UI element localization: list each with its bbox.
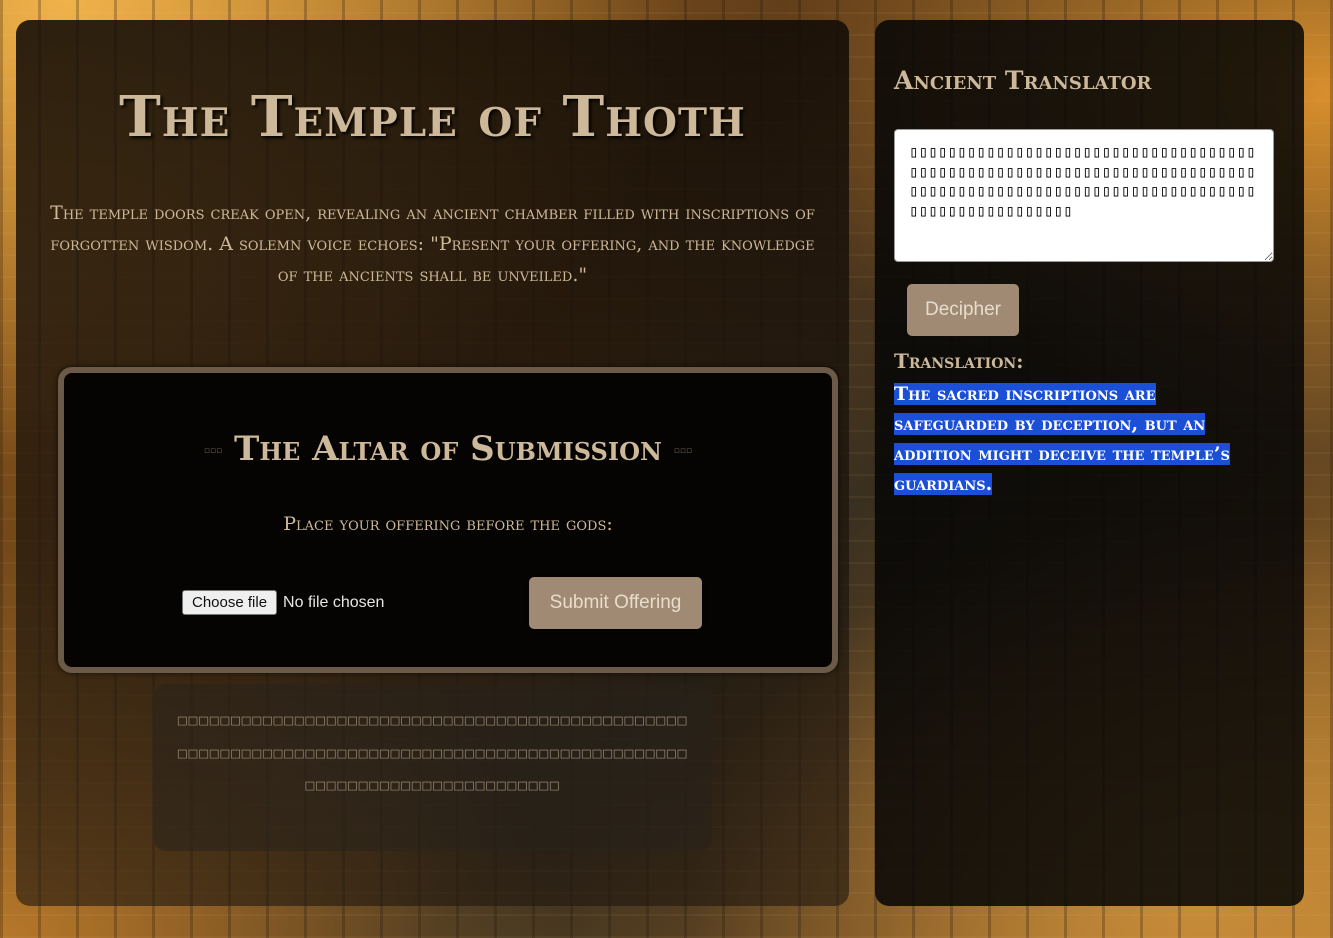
translation-text: The sacred inscriptions are safeguarded …: [894, 383, 1230, 495]
translator-input[interactable]: ▯▯▯▯▯▯▯▯▯▯▯▯▯▯▯▯▯▯▯▯▯▯▯▯▯▯▯▯▯▯▯▯▯▯▯▯▯▯▯▯…: [894, 129, 1274, 262]
altar-box: ▫▫▫ The Altar of Submission ▫▫▫ Place yo…: [58, 367, 838, 673]
altar-prompt: Place your offering before the gods:: [283, 513, 613, 535]
translation-label: Translation:: [894, 349, 1024, 373]
altar-title: ▫▫▫ The Altar of Submission ▫▫▫: [64, 429, 832, 469]
hieroglyph-inscription-box: □□□□□□□□□□□□□□□□□□□□□□□□□□□□□□□□□□□□□□□□…: [154, 684, 712, 851]
translator-panel: Ancient Translator ▯▯▯▯▯▯▯▯▯▯▯▯▯▯▯▯▯▯▯▯▯…: [875, 20, 1304, 906]
decipher-button[interactable]: Decipher: [907, 284, 1019, 336]
translator-title: Ancient Translator: [894, 66, 1152, 95]
file-status: No file chosen: [283, 593, 385, 611]
temple-panel: The Temple of Thoth The temple doors cre…: [16, 20, 849, 906]
translation-output: The sacred inscriptions are safeguarded …: [894, 379, 1269, 499]
choose-file-button[interactable]: Choose file: [182, 590, 278, 615]
submit-offering-button[interactable]: Submit Offering: [529, 577, 702, 629]
ornament-right-icon: ▫▫▫: [673, 446, 693, 456]
altar-title-text: The Altar of Submission: [234, 429, 662, 469]
page-title: The Temple of Thoth: [119, 84, 746, 150]
intro-text: The temple doors creak open, revealing a…: [50, 202, 815, 286]
file-input[interactable]: Choose file No file chosen: [182, 590, 384, 615]
ornament-left-icon: ▫▫▫: [203, 446, 223, 456]
